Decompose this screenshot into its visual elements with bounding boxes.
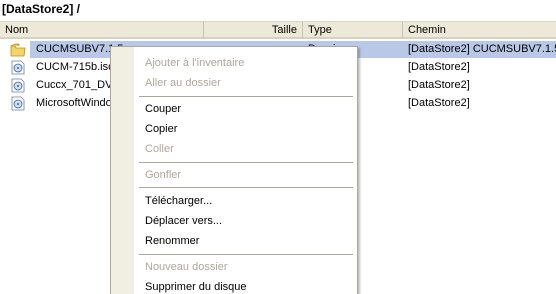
column-header: Nom Taille Type Chemin bbox=[0, 22, 556, 39]
folder-icon bbox=[10, 43, 26, 57]
menu-item-paste: Coller bbox=[145, 143, 174, 155]
menu-item-copy[interactable]: Copier bbox=[145, 123, 177, 135]
row-path: [DataStore2] CUCMSUBV7.1.5 bbox=[408, 43, 556, 55]
disc-file-icon bbox=[11, 96, 25, 111]
context-menu: Ajouter à l'inventaire Aller au dossier … bbox=[110, 46, 358, 294]
row-name: Cuccx_701_DVD bbox=[36, 79, 121, 91]
row-path: [DataStore2] bbox=[408, 97, 470, 109]
menu-item-download[interactable]: Télécharger... bbox=[145, 195, 212, 207]
column-header-name[interactable]: Nom bbox=[0, 22, 204, 39]
menu-item-add-to-inventory: Ajouter à l'inventaire bbox=[145, 57, 245, 69]
datastore-path-bar: [DataStore2] / bbox=[0, 0, 556, 22]
row-path: [DataStore2] bbox=[408, 79, 470, 91]
menu-item-rename[interactable]: Renommer bbox=[145, 235, 199, 247]
disc-file-icon bbox=[11, 60, 25, 75]
row-path: [DataStore2] bbox=[408, 61, 470, 73]
menu-separator bbox=[139, 187, 353, 188]
menu-item-move-to[interactable]: Déplacer vers... bbox=[145, 215, 222, 227]
menu-separator bbox=[139, 254, 353, 255]
menu-separator bbox=[139, 96, 353, 97]
menu-icon-gutter bbox=[111, 47, 134, 294]
column-header-path[interactable]: Chemin bbox=[403, 22, 556, 39]
menu-item-new-folder: Nouveau dossier bbox=[145, 261, 228, 273]
row-name: CUCM-715b.iso bbox=[36, 61, 115, 73]
menu-item-cut[interactable]: Couper bbox=[145, 103, 181, 115]
disc-file-icon bbox=[11, 78, 25, 93]
menu-item-delete-from-disk[interactable]: Supprimer du disque bbox=[145, 281, 247, 293]
menu-separator bbox=[139, 162, 353, 163]
menu-item-inflate: Gonfler bbox=[145, 169, 182, 181]
menu-item-go-to-folder: Aller au dossier bbox=[145, 77, 221, 89]
column-header-type[interactable]: Type bbox=[303, 22, 403, 39]
column-header-size[interactable]: Taille bbox=[204, 22, 303, 39]
